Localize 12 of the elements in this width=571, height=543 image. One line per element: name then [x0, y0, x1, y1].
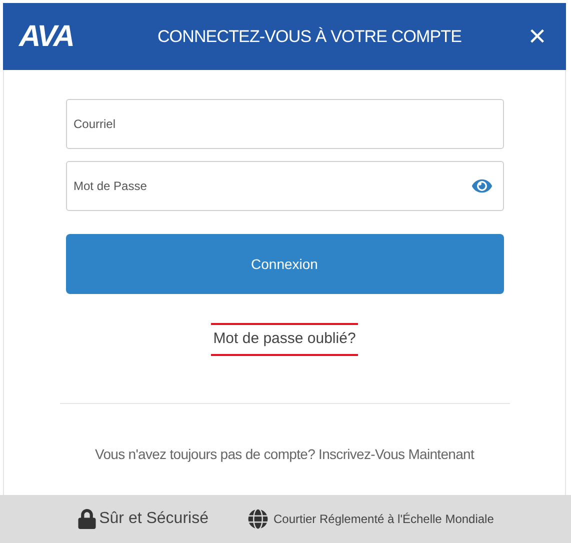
- globe-icon: [248, 509, 268, 529]
- dialog-title: CONNECTEZ-VOUS À VOTRE COMPTE: [156, 26, 463, 48]
- forgot-password-link[interactable]: Mot de passe oublié?: [211, 323, 358, 356]
- footer-text: Sûr et Sécurisé: [99, 509, 208, 529]
- lock-icon: [77, 509, 98, 529]
- password-field[interactable]: Mot de Passe: [66, 161, 504, 211]
- email-field[interactable]: Courriel: [66, 99, 504, 149]
- footer-text: Courtier Réglementé à l'Échelle Mondiale: [273, 511, 494, 528]
- signup-prompt: Vous n'avez toujours pas de compte? Inscrivez-Vous Maintenant: [95, 444, 474, 464]
- login-button[interactable]: Connexion: [66, 234, 504, 294]
- close-button[interactable]: ×: [470, 22, 550, 52]
- logo: AVA: [19, 19, 74, 55]
